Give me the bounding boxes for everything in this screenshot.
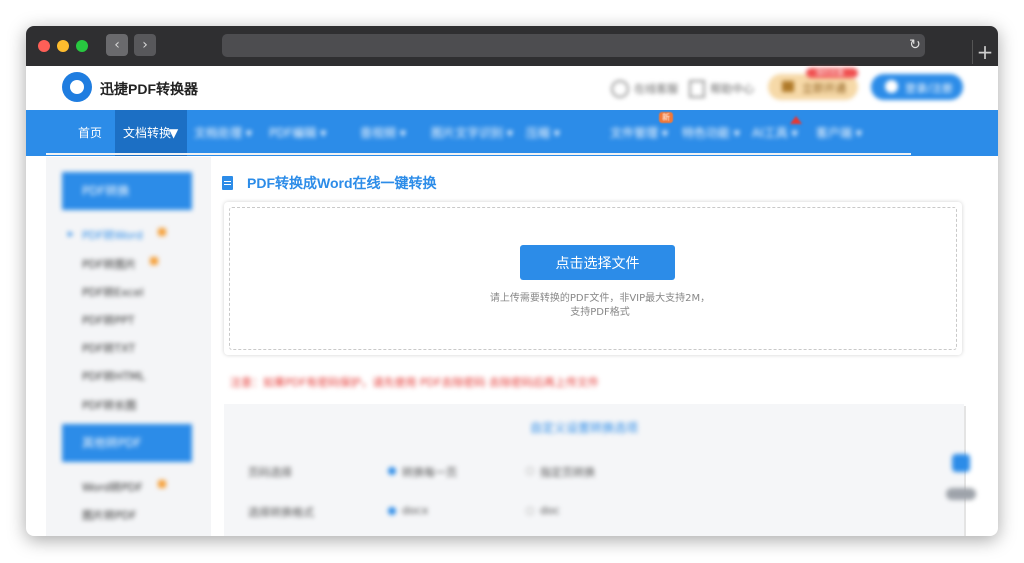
nav-divider xyxy=(46,153,911,155)
nav-item-blurred[interactable]: 特色功能 ▾ xyxy=(682,125,740,141)
close-window-button[interactable] xyxy=(38,40,50,52)
customer-service-link[interactable]: 在线客服 xyxy=(611,78,681,98)
main-nav: 首页 文档转换 ▼ 文档处理 ▾ PDF编辑 ▾ 音视频 ▾ 图片文字识别 ▾ … xyxy=(26,110,998,156)
radio-specific-pages[interactable] xyxy=(526,467,534,475)
sidebar-group-to-pdf[interactable]: 其他转PDF xyxy=(62,424,192,462)
new-badge: 新 xyxy=(659,112,673,123)
sidebar-item[interactable]: 图片转PDF xyxy=(82,507,136,523)
sidebar-item[interactable]: PDF转长图 xyxy=(82,397,136,413)
plus-icon: + xyxy=(976,40,994,64)
nav-item-blurred[interactable]: 音视频 ▾ xyxy=(360,125,406,141)
sidebar-item[interactable]: PDF转图片 xyxy=(82,256,136,272)
select-file-button[interactable]: 点击选择文件 xyxy=(520,245,675,280)
upload-hint-line2: 支持PDF格式 xyxy=(570,307,630,318)
upload-hint-line1: 请上传需要转换的PDF文件，非VIP最大支持2M， xyxy=(489,293,711,304)
browser-titlebar: ‹ › ↻ + xyxy=(26,26,998,66)
logo-icon[interactable] xyxy=(62,72,92,102)
sidebar-item[interactable]: PDF转TXT xyxy=(82,340,135,356)
browser-window: ‹ › ↻ + 迅捷PDF转换器 在线客服 帮助中心 立即开通 限时优惠 登录/… xyxy=(26,26,998,536)
hot-arrow-icon xyxy=(790,116,802,124)
zoom-window-button[interactable] xyxy=(76,40,88,52)
sidebar: PDF转换 ▸ PDF转Word PDF转图片 PDF转Excel PDF转PP… xyxy=(46,157,211,536)
radio-doc[interactable] xyxy=(526,507,534,515)
hot-badge-icon xyxy=(150,257,158,265)
login-button[interactable]: 登录/注册 xyxy=(871,74,963,100)
vip-promo-badge: 限时优惠 xyxy=(806,68,858,78)
radio-docx-label: docx xyxy=(402,504,429,517)
feedback-icon[interactable] xyxy=(952,454,970,472)
page-title-text: PDF转换成Word在线一键转换 xyxy=(247,175,437,191)
minimize-window-button[interactable] xyxy=(57,40,69,52)
upload-dropzone[interactable]: 点击选择文件 请上传需要转换的PDF文件，非VIP最大支持2M， 支持PDF格式 xyxy=(229,207,957,350)
nav-item-blurred[interactable]: AI工具 ▾ xyxy=(752,125,798,141)
back-button[interactable]: ‹ xyxy=(106,34,128,56)
help-icon xyxy=(689,79,705,98)
nav-item-blurred[interactable]: 客户端 ▾ xyxy=(816,125,862,141)
nav-item-blurred[interactable]: 图片文字识别 ▾ xyxy=(431,125,513,141)
nav-item-blurred[interactable]: 文档处理 ▾ xyxy=(194,125,252,141)
help-center-link[interactable]: 帮助中心 xyxy=(689,78,759,98)
logo-text[interactable]: 迅捷PDF转换器 xyxy=(100,79,198,99)
hot-badge-icon xyxy=(158,228,166,236)
sidebar-group-pdf-convert[interactable]: PDF转换 xyxy=(62,172,192,210)
address-bar[interactable] xyxy=(222,34,925,57)
radio-doc-label: doc xyxy=(540,504,560,517)
upload-card: 点击选择文件 请上传需要转换的PDF文件，非VIP最大支持2M， 支持PDF格式 xyxy=(224,202,962,355)
format-label: 选择转换格式 xyxy=(248,506,314,519)
active-marker-icon: ▸ xyxy=(68,227,74,240)
nav-item-blurred[interactable]: 压缩 ▾ xyxy=(526,125,560,141)
chevron-right-icon: › xyxy=(142,37,148,53)
radio-docx[interactable] xyxy=(388,507,396,515)
vip-label: 立即开通 xyxy=(802,82,846,95)
chevron-left-icon: ‹ xyxy=(114,37,120,53)
sidebar-item-pdf-to-word[interactable]: PDF转Word xyxy=(82,227,143,243)
radio-all-pages-label: 转换每一页 xyxy=(402,466,457,479)
radio-specific-pages-label: 指定页转换 xyxy=(540,466,595,479)
nav-item-blurred[interactable]: PDF编辑 ▾ xyxy=(269,125,326,141)
user-icon xyxy=(885,80,898,93)
document-icon xyxy=(222,176,233,190)
sidebar-item[interactable]: PDF转PPT xyxy=(82,312,134,328)
nav-document-convert[interactable]: 文档转换 ▼ xyxy=(115,110,187,156)
nav-document-convert-label: 文档转换 xyxy=(123,126,172,140)
conversion-options-panel: 自定义设置转换选项 页码选择 转换每一页 指定页转换 选择转换格式 docx d… xyxy=(224,404,964,536)
forward-button[interactable]: › xyxy=(134,34,156,56)
vip-promo-badge-text: 限时优惠 xyxy=(816,69,844,77)
sidebar-item[interactable]: PDF转Excel xyxy=(82,284,144,300)
radio-all-pages[interactable] xyxy=(388,467,396,475)
back-to-top-button[interactable] xyxy=(946,488,976,500)
login-label: 登录/注册 xyxy=(905,82,953,95)
customer-service-label: 在线客服 xyxy=(634,82,679,96)
nav-home[interactable]: 首页 xyxy=(78,110,102,156)
sidebar-item[interactable]: PDF转HTML xyxy=(82,368,145,384)
password-notice: 注意：如果PDF有密码保护，请先使用 PDF去除密码 去除密码后再上传文件 xyxy=(230,374,750,390)
hot-badge-icon xyxy=(158,480,166,488)
page-select-label: 页码选择 xyxy=(248,466,292,479)
reload-button[interactable]: ↻ xyxy=(906,34,924,57)
crown-icon xyxy=(782,81,794,92)
new-tab-button[interactable]: + xyxy=(972,40,997,64)
options-title: 自定义设置转换选项 xyxy=(530,421,639,435)
site-header: 迅捷PDF转换器 在线客服 帮助中心 立即开通 限时优惠 登录/注册 xyxy=(26,66,998,110)
reload-icon: ↻ xyxy=(909,37,921,53)
notice-text: 注意：如果PDF有密码保护，请先使用 PDF去除密码 去除密码后再上传文件 xyxy=(230,376,599,389)
help-center-label: 帮助中心 xyxy=(710,82,755,96)
caret-down-icon: ▼ xyxy=(169,126,179,140)
upload-hint: 请上传需要转换的PDF文件，非VIP最大支持2M， 支持PDF格式 xyxy=(450,292,750,320)
nav-item-blurred[interactable]: 文件管理 ▾ xyxy=(610,125,668,141)
headset-icon xyxy=(611,79,629,98)
sidebar-item[interactable]: Word转PDF xyxy=(82,479,143,495)
